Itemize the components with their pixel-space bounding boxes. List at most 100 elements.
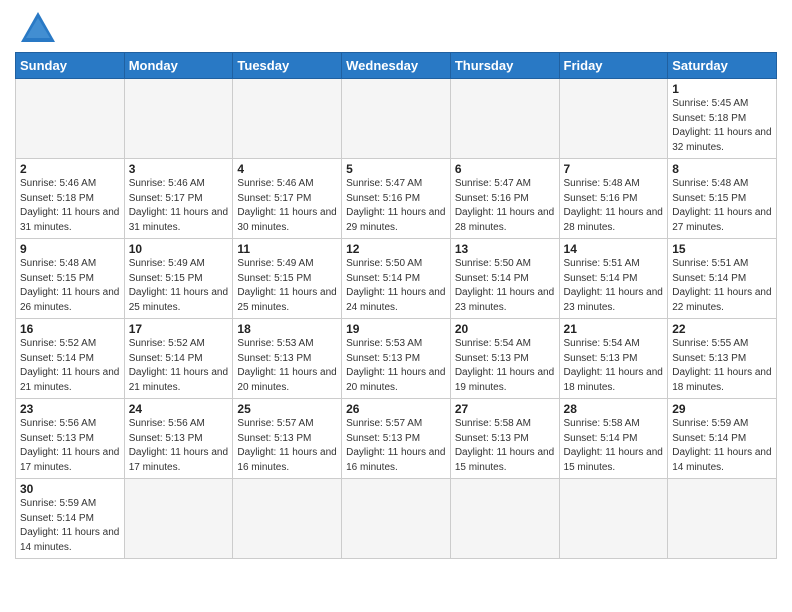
day-info: Sunrise: 5:46 AMSunset: 5:18 PMDaylight:… bbox=[20, 177, 120, 235]
day-number: 6 bbox=[455, 162, 555, 176]
day-info: Sunrise: 5:51 AMSunset: 5:14 PMDaylight:… bbox=[672, 257, 772, 315]
calendar-cell: 13Sunrise: 5:50 AMSunset: 5:14 PMDayligh… bbox=[450, 239, 559, 319]
day-info: Sunrise: 5:53 AMSunset: 5:13 PMDaylight:… bbox=[237, 337, 337, 395]
day-number: 20 bbox=[455, 322, 555, 336]
day-number: 27 bbox=[455, 402, 555, 416]
day-info: Sunrise: 5:48 AMSunset: 5:15 PMDaylight:… bbox=[672, 177, 772, 235]
calendar-cell bbox=[559, 479, 668, 559]
calendar-cell bbox=[559, 79, 668, 159]
day-info: Sunrise: 5:55 AMSunset: 5:13 PMDaylight:… bbox=[672, 337, 772, 395]
day-number: 19 bbox=[346, 322, 446, 336]
calendar-cell: 6Sunrise: 5:47 AMSunset: 5:16 PMDaylight… bbox=[450, 159, 559, 239]
day-info: Sunrise: 5:49 AMSunset: 5:15 PMDaylight:… bbox=[237, 257, 337, 315]
calendar-cell: 14Sunrise: 5:51 AMSunset: 5:14 PMDayligh… bbox=[559, 239, 668, 319]
calendar-cell bbox=[450, 79, 559, 159]
day-number: 1 bbox=[672, 82, 772, 96]
day-number: 12 bbox=[346, 242, 446, 256]
calendar-cell bbox=[233, 479, 342, 559]
calendar-cell bbox=[668, 479, 777, 559]
calendar-cell: 9Sunrise: 5:48 AMSunset: 5:15 PMDaylight… bbox=[16, 239, 125, 319]
day-number: 2 bbox=[20, 162, 120, 176]
calendar-cell bbox=[342, 79, 451, 159]
day-number: 7 bbox=[564, 162, 664, 176]
calendar-week-2: 9Sunrise: 5:48 AMSunset: 5:15 PMDaylight… bbox=[16, 239, 777, 319]
calendar-cell: 30Sunrise: 5:59 AMSunset: 5:14 PMDayligh… bbox=[16, 479, 125, 559]
day-info: Sunrise: 5:58 AMSunset: 5:13 PMDaylight:… bbox=[455, 417, 555, 475]
calendar-cell bbox=[342, 479, 451, 559]
day-info: Sunrise: 5:51 AMSunset: 5:14 PMDaylight:… bbox=[564, 257, 664, 315]
weekday-header-row: SundayMondayTuesdayWednesdayThursdayFrid… bbox=[16, 53, 777, 79]
header bbox=[15, 10, 777, 44]
calendar-week-3: 16Sunrise: 5:52 AMSunset: 5:14 PMDayligh… bbox=[16, 319, 777, 399]
logo-icon bbox=[19, 10, 57, 44]
weekday-wednesday: Wednesday bbox=[342, 53, 451, 79]
day-info: Sunrise: 5:52 AMSunset: 5:14 PMDaylight:… bbox=[129, 337, 229, 395]
calendar-cell: 29Sunrise: 5:59 AMSunset: 5:14 PMDayligh… bbox=[668, 399, 777, 479]
calendar-week-1: 2Sunrise: 5:46 AMSunset: 5:18 PMDaylight… bbox=[16, 159, 777, 239]
day-number: 5 bbox=[346, 162, 446, 176]
calendar-cell: 7Sunrise: 5:48 AMSunset: 5:16 PMDaylight… bbox=[559, 159, 668, 239]
day-info: Sunrise: 5:56 AMSunset: 5:13 PMDaylight:… bbox=[129, 417, 229, 475]
calendar-cell: 19Sunrise: 5:53 AMSunset: 5:13 PMDayligh… bbox=[342, 319, 451, 399]
day-number: 23 bbox=[20, 402, 120, 416]
day-info: Sunrise: 5:57 AMSunset: 5:13 PMDaylight:… bbox=[346, 417, 446, 475]
day-number: 18 bbox=[237, 322, 337, 336]
day-number: 13 bbox=[455, 242, 555, 256]
logo bbox=[15, 10, 57, 44]
calendar-table: SundayMondayTuesdayWednesdayThursdayFrid… bbox=[15, 52, 777, 559]
calendar-week-5: 30Sunrise: 5:59 AMSunset: 5:14 PMDayligh… bbox=[16, 479, 777, 559]
day-info: Sunrise: 5:56 AMSunset: 5:13 PMDaylight:… bbox=[20, 417, 120, 475]
calendar-cell bbox=[450, 479, 559, 559]
day-info: Sunrise: 5:52 AMSunset: 5:14 PMDaylight:… bbox=[20, 337, 120, 395]
calendar-cell: 24Sunrise: 5:56 AMSunset: 5:13 PMDayligh… bbox=[124, 399, 233, 479]
calendar-week-4: 23Sunrise: 5:56 AMSunset: 5:13 PMDayligh… bbox=[16, 399, 777, 479]
calendar-cell: 28Sunrise: 5:58 AMSunset: 5:14 PMDayligh… bbox=[559, 399, 668, 479]
day-number: 14 bbox=[564, 242, 664, 256]
calendar-cell: 20Sunrise: 5:54 AMSunset: 5:13 PMDayligh… bbox=[450, 319, 559, 399]
calendar-cell: 12Sunrise: 5:50 AMSunset: 5:14 PMDayligh… bbox=[342, 239, 451, 319]
calendar-cell bbox=[124, 79, 233, 159]
calendar-cell: 8Sunrise: 5:48 AMSunset: 5:15 PMDaylight… bbox=[668, 159, 777, 239]
calendar-cell: 5Sunrise: 5:47 AMSunset: 5:16 PMDaylight… bbox=[342, 159, 451, 239]
calendar-cell bbox=[16, 79, 125, 159]
day-info: Sunrise: 5:46 AMSunset: 5:17 PMDaylight:… bbox=[237, 177, 337, 235]
day-number: 10 bbox=[129, 242, 229, 256]
calendar-cell: 18Sunrise: 5:53 AMSunset: 5:13 PMDayligh… bbox=[233, 319, 342, 399]
day-info: Sunrise: 5:48 AMSunset: 5:16 PMDaylight:… bbox=[564, 177, 664, 235]
day-info: Sunrise: 5:49 AMSunset: 5:15 PMDaylight:… bbox=[129, 257, 229, 315]
day-info: Sunrise: 5:50 AMSunset: 5:14 PMDaylight:… bbox=[346, 257, 446, 315]
day-number: 30 bbox=[20, 482, 120, 496]
day-info: Sunrise: 5:54 AMSunset: 5:13 PMDaylight:… bbox=[564, 337, 664, 395]
day-info: Sunrise: 5:53 AMSunset: 5:13 PMDaylight:… bbox=[346, 337, 446, 395]
day-number: 22 bbox=[672, 322, 772, 336]
day-info: Sunrise: 5:58 AMSunset: 5:14 PMDaylight:… bbox=[564, 417, 664, 475]
day-info: Sunrise: 5:46 AMSunset: 5:17 PMDaylight:… bbox=[129, 177, 229, 235]
calendar-week-0: 1Sunrise: 5:45 AMSunset: 5:18 PMDaylight… bbox=[16, 79, 777, 159]
calendar-cell: 16Sunrise: 5:52 AMSunset: 5:14 PMDayligh… bbox=[16, 319, 125, 399]
day-number: 4 bbox=[237, 162, 337, 176]
day-number: 26 bbox=[346, 402, 446, 416]
weekday-saturday: Saturday bbox=[668, 53, 777, 79]
day-info: Sunrise: 5:59 AMSunset: 5:14 PMDaylight:… bbox=[20, 497, 120, 555]
calendar-cell: 11Sunrise: 5:49 AMSunset: 5:15 PMDayligh… bbox=[233, 239, 342, 319]
day-number: 3 bbox=[129, 162, 229, 176]
weekday-sunday: Sunday bbox=[16, 53, 125, 79]
day-number: 15 bbox=[672, 242, 772, 256]
day-number: 28 bbox=[564, 402, 664, 416]
day-number: 8 bbox=[672, 162, 772, 176]
day-number: 21 bbox=[564, 322, 664, 336]
day-number: 24 bbox=[129, 402, 229, 416]
calendar-cell: 25Sunrise: 5:57 AMSunset: 5:13 PMDayligh… bbox=[233, 399, 342, 479]
calendar-cell: 2Sunrise: 5:46 AMSunset: 5:18 PMDaylight… bbox=[16, 159, 125, 239]
calendar-cell: 27Sunrise: 5:58 AMSunset: 5:13 PMDayligh… bbox=[450, 399, 559, 479]
day-info: Sunrise: 5:45 AMSunset: 5:18 PMDaylight:… bbox=[672, 97, 772, 155]
calendar-cell: 4Sunrise: 5:46 AMSunset: 5:17 PMDaylight… bbox=[233, 159, 342, 239]
weekday-thursday: Thursday bbox=[450, 53, 559, 79]
day-number: 25 bbox=[237, 402, 337, 416]
weekday-friday: Friday bbox=[559, 53, 668, 79]
day-info: Sunrise: 5:47 AMSunset: 5:16 PMDaylight:… bbox=[455, 177, 555, 235]
day-number: 9 bbox=[20, 242, 120, 256]
day-number: 11 bbox=[237, 242, 337, 256]
calendar-cell: 22Sunrise: 5:55 AMSunset: 5:13 PMDayligh… bbox=[668, 319, 777, 399]
day-info: Sunrise: 5:48 AMSunset: 5:15 PMDaylight:… bbox=[20, 257, 120, 315]
